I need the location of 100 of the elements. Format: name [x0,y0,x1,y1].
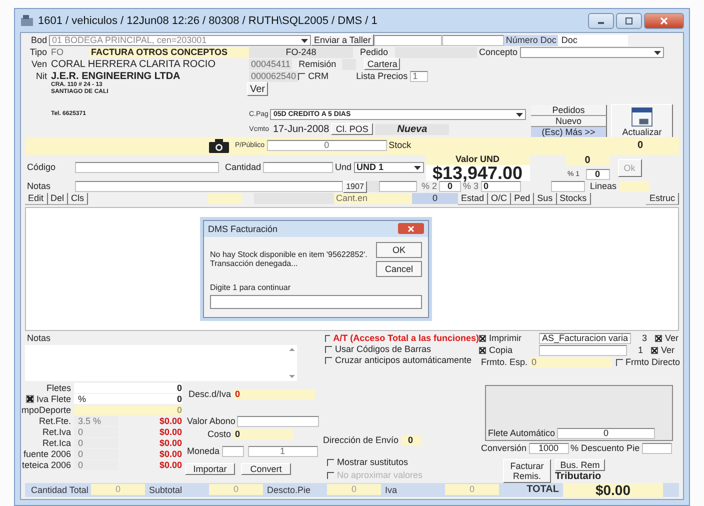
percent-field[interactable]: 0 [586,168,610,180]
view-checkbox[interactable]: Ver [655,333,683,344]
tab-button[interactable]: Stocks [556,192,591,205]
public-price-field[interactable]: 0 [266,140,387,152]
rate-field[interactable]: 3.5 % [74,416,118,426]
doc-field[interactable]: Doc [558,34,628,46]
tool-button[interactable]: Edit [25,192,48,205]
field-label: % 3 [463,181,479,192]
field-label: Moneda [186,446,221,458]
currency-field[interactable] [222,446,244,458]
field-label: Costo [206,429,232,440]
maximize-button[interactable] [616,12,642,28]
percent-field[interactable]: 0 [439,181,461,192]
conversion-field[interactable]: 1000 [528,443,569,454]
invoice-button[interactable]: Facturar Remis. [503,458,551,483]
rate-field[interactable]: 0 [74,460,118,470]
input-field[interactable] [210,294,422,309]
field-label: Und [334,162,353,174]
crm-checkbox[interactable]: CRM [298,70,354,82]
concept-dropdown[interactable] [520,46,664,58]
charge-label: fuente 2006 [25,449,71,460]
unit-price: $13,947.00 [426,165,530,182]
customer-name: J.E.R. ENGINEERING LTDA [50,70,182,82]
dialog-button[interactable]: OK [376,242,422,258]
dialog-title: DMS Facturación [208,224,278,234]
minimize-button[interactable] [588,12,614,28]
dialog-button[interactable]: Cancel [376,260,422,277]
action-button[interactable]: Importar [185,462,235,475]
option-checkbox[interactable]: Usar Códigos de Barras [325,344,479,355]
number-button[interactable]: 1907 [343,180,367,193]
tax-label: Tributario [555,471,602,482]
update-button[interactable]: Actualizar [611,104,673,138]
copies-value: 1 [636,345,644,356]
tab-button[interactable]: Estad [458,192,488,205]
document-number: FO-248 [249,46,353,58]
side-button[interactable]: (Esc) Más >> [531,127,607,138]
field-label: Concepto [478,46,519,58]
document-type: FACTURA OTROS CONCEPTOS [89,46,249,58]
freight-field[interactable]: 0 [557,428,656,440]
field-label: Remisión [298,58,338,70]
search-remission-button[interactable]: Bus. Rem [555,459,605,472]
text-field[interactable] [442,34,504,46]
code-field[interactable] [75,162,219,174]
tool-button[interactable]: Del [48,192,68,205]
cartera-button[interactable]: Cartera [364,58,400,70]
total-value: 0 [209,484,263,496]
total-value: 0 [91,484,145,496]
rate-field[interactable]: 1 [248,446,318,458]
tool-button[interactable]: Cls [68,192,88,205]
percent-field[interactable]: 0 [480,181,521,192]
field-label: Dirección de Envío [322,435,400,446]
format-value: 0 [530,357,612,368]
total-label: Cantidad Total [31,484,87,495]
action-button[interactable]: Convert [241,462,291,475]
text-field[interactable] [374,34,442,46]
view-checkbox[interactable]: Ver [651,345,681,356]
due-date: 17-Jun-2008 [272,124,330,134]
camera-icon[interactable] [209,138,229,153]
rate-field[interactable] [74,405,118,416]
print-checkbox[interactable]: Copia [479,345,539,356]
discount-value: 0 [233,389,315,400]
side-button[interactable]: Pedidos [531,105,607,116]
notes-field[interactable] [75,181,343,192]
tab-button[interactable]: Sus [534,192,557,205]
pos-button[interactable]: Cl. POS [331,123,374,135]
rate-field[interactable]: % [74,394,118,404]
field-label: Stock [388,140,412,152]
price-list-field[interactable]: 1 [410,70,428,82]
text-field[interactable] [550,181,585,192]
direct-format-checkbox[interactable]: Frmto Directo [616,357,680,368]
rate-field[interactable]: 0 [74,438,118,448]
field-label: Número Doc [504,34,558,46]
tab-button[interactable]: Ped [511,192,534,205]
option-checkbox[interactable]: A/T (Acceso Total a las funciones) [325,332,479,344]
rate-field[interactable]: 0 [74,449,118,460]
payment-field[interactable] [237,416,320,428]
field-label: Código [26,162,57,174]
charge-label: Fletes [45,383,71,394]
format-field[interactable]: AS_Facturacion varia [539,333,632,344]
close-button[interactable] [644,12,684,28]
option-checkbox[interactable]: Cruzar anticipos automáticamente [325,354,479,366]
structure-button[interactable]: Estruc [646,192,679,205]
field-label: Valor Abono [186,416,236,428]
view-button[interactable]: Ver [247,82,268,96]
format-field[interactable] [539,345,627,356]
option-checkbox[interactable]: Mostrar sustitutos [327,456,479,468]
charge-amount: 0 [118,405,182,416]
type-code: FO [50,46,64,58]
unit-dropdown[interactable]: UND 1 [354,162,424,174]
print-checkbox[interactable]: Imprimir [479,333,539,344]
quantity-field[interactable] [263,162,333,174]
send-button[interactable]: Enviar a Taller [311,34,374,46]
tab-button[interactable]: O/C [488,192,512,205]
scroll-arrows-icon [289,346,295,380]
discount-field[interactable] [642,443,672,454]
close-button[interactable] [398,223,424,234]
total-label: Iva [385,484,398,495]
rate-field[interactable]: 0 [74,427,118,438]
maximize-icon [625,16,633,24]
side-button[interactable]: Nuevo [531,116,607,127]
